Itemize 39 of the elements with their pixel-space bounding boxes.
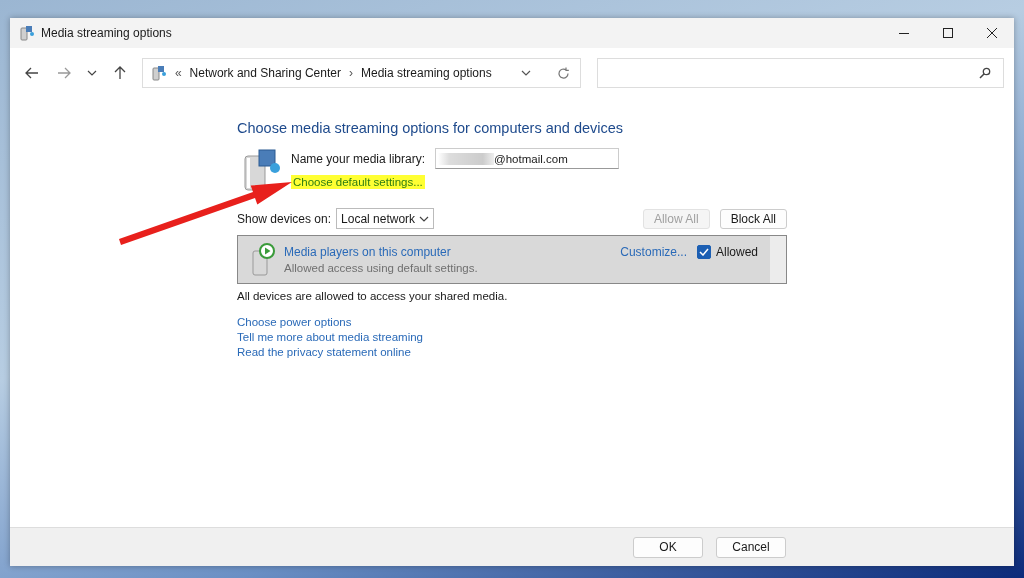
help-link[interactable]: Tell me more about media streaming	[237, 331, 423, 343]
overflow-chevron[interactable]: «	[174, 66, 182, 80]
block-all-button[interactable]: Block All	[719, 208, 787, 229]
search-field[interactable]	[597, 58, 1004, 88]
chevron-down-icon	[86, 70, 97, 76]
default-settings-link[interactable]: Choose default settings...	[291, 175, 425, 189]
device-status: Allowed access using default settings.	[284, 262, 478, 274]
chevron-down-icon	[419, 215, 430, 222]
device-name-link[interactable]: Media players on this computer	[284, 245, 478, 259]
right-arrow-icon	[56, 67, 71, 79]
library-name-field[interactable]: @hotmail.com	[435, 148, 620, 169]
refresh-icon[interactable]	[557, 66, 571, 80]
breadcrumb[interactable]: Network and Sharing Center	[189, 66, 341, 80]
left-arrow-icon	[25, 67, 39, 79]
maximize-icon	[943, 28, 953, 38]
breadcrumb-separator: ›	[349, 66, 353, 80]
breadcrumb[interactable]: Media streaming options	[361, 66, 492, 80]
dropdown-icon[interactable]	[521, 70, 532, 76]
help-link[interactable]: Choose power options	[237, 316, 352, 328]
address-bar[interactable]: « Network and Sharing Center › Media streaming options	[141, 58, 582, 88]
help-link[interactable]: Read the privacy statement online	[237, 346, 411, 358]
customize-link[interactable]: Customize...	[620, 244, 687, 259]
search-icon	[979, 67, 991, 79]
page-heading: Choose media streaming options for computers and devices	[237, 120, 625, 136]
network-dropdown[interactable]: Local network	[336, 208, 435, 229]
show-devices-label: Show devices on:	[237, 211, 332, 226]
scrollbar-track	[770, 236, 786, 283]
window-title: Media streaming options	[41, 26, 172, 40]
media-server-icon	[150, 65, 167, 81]
close-icon	[987, 28, 997, 38]
media-server-icon	[19, 25, 35, 41]
ok-button[interactable]: OK	[633, 536, 703, 558]
up-arrow-icon	[113, 66, 126, 80]
allowed-label: Allowed	[715, 244, 758, 259]
cancel-button[interactable]: Cancel	[716, 536, 786, 558]
library-name-label: Name your media library:	[291, 151, 426, 166]
media-player-icon	[250, 242, 276, 277]
allowed-checkbox[interactable]	[696, 244, 711, 259]
sharing-summary: All devices are allowed to access your shared media.	[237, 290, 509, 302]
